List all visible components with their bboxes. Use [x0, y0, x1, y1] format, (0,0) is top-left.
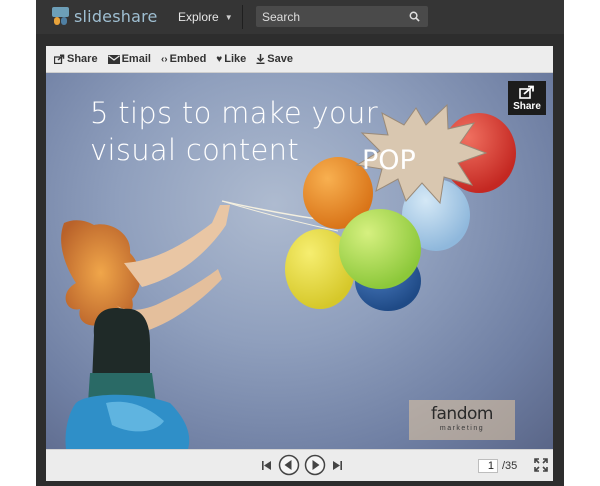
- first-slide-icon[interactable]: [262, 461, 271, 470]
- explore-menu[interactable]: Explore ▼: [178, 10, 233, 24]
- slide-image[interactable]: 5 tips to make your visual content POP S…: [46, 73, 553, 449]
- save-label: Save: [267, 53, 293, 65]
- download-icon: [256, 54, 265, 64]
- logo-text: slideshare: [74, 7, 158, 26]
- caret-down-icon: ▼: [224, 12, 233, 22]
- slide-title-line-1: 5 tips to make your: [90, 96, 378, 130]
- slide-title-line-2: visual content: [90, 133, 299, 167]
- email-label: Email: [121, 53, 151, 65]
- slideshare-logo-icon: [52, 7, 69, 26]
- like-label: Like: [224, 53, 247, 65]
- total-pages: /35: [502, 460, 518, 472]
- brand-name: fandom: [431, 404, 493, 424]
- overlay-share-label: Share: [513, 101, 541, 112]
- player-controls: /35: [46, 449, 553, 481]
- code-icon: ‹›: [160, 53, 168, 65]
- search-input[interactable]: [256, 6, 402, 27]
- overlay-share-button[interactable]: Share: [508, 81, 546, 115]
- like-action-button[interactable]: ♥ Like: [216, 53, 246, 65]
- divider: [242, 5, 243, 29]
- current-page-input[interactable]: [478, 459, 498, 473]
- brand-logo: fandom marketing: [409, 400, 515, 440]
- explore-label: Explore: [178, 10, 219, 24]
- embed-label: Embed: [169, 53, 207, 65]
- share-label: Share: [67, 53, 98, 65]
- envelope-icon: [107, 54, 120, 64]
- last-slide-icon[interactable]: [333, 461, 342, 470]
- share-action-button[interactable]: Share: [54, 53, 98, 65]
- slide-viewer: Share Email ‹› Embed ♥ Like Save 5 tips …: [46, 46, 553, 481]
- slideshare-logo[interactable]: slideshare: [52, 7, 158, 26]
- search-box: [256, 6, 428, 27]
- email-action-button[interactable]: Email: [107, 53, 151, 65]
- previous-slide-icon[interactable]: [278, 454, 300, 476]
- pop-label: POP: [362, 145, 416, 176]
- slideshare-frame: slideshare Explore ▼ Share: [36, 0, 564, 486]
- brand-tagline: marketing: [439, 425, 485, 432]
- share-arrow-icon: [519, 85, 534, 99]
- search-icon[interactable]: [409, 11, 420, 22]
- top-navigation-bar: slideshare Explore ▼: [36, 0, 564, 34]
- fullscreen-icon[interactable]: [534, 458, 548, 472]
- heart-icon: ♥: [216, 53, 223, 65]
- share-icon: [54, 54, 65, 64]
- embed-action-button[interactable]: ‹› Embed: [161, 53, 206, 65]
- action-bar: Share Email ‹› Embed ♥ Like Save: [46, 46, 553, 73]
- next-slide-icon[interactable]: [304, 454, 326, 476]
- slide-title: 5 tips to make your visual content: [90, 95, 390, 169]
- save-action-button[interactable]: Save: [256, 53, 293, 65]
